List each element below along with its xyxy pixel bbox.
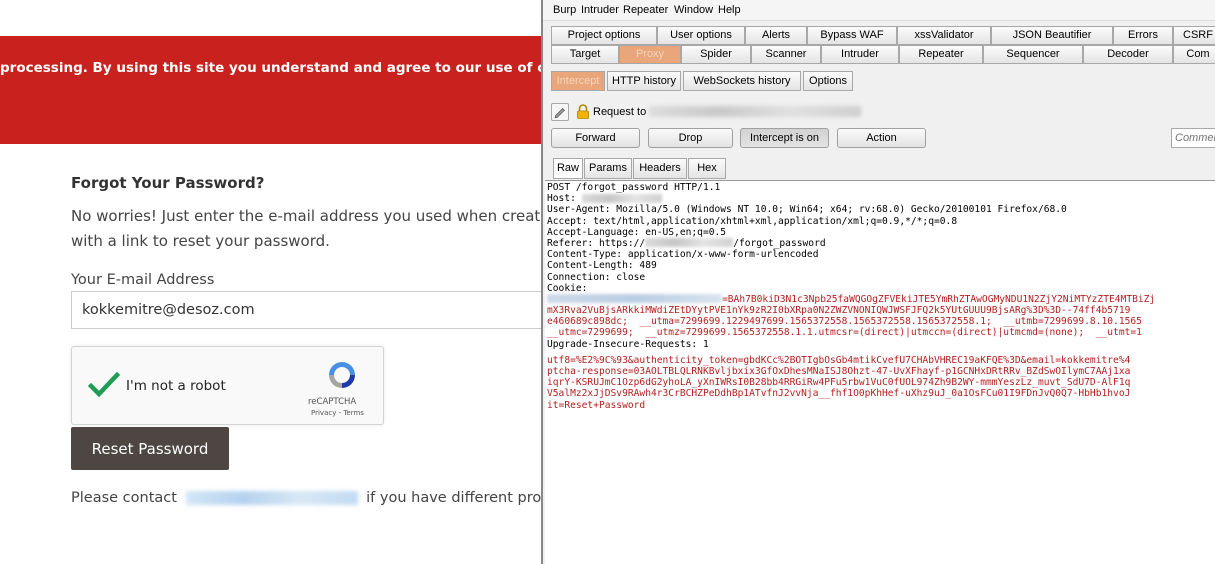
cookie-value-line: __utmc=7299699; __utmz=7299699.156537255… [547, 327, 1142, 339]
tab-options[interactable]: Options [803, 71, 853, 91]
contact-line: Please contact if you have different pro… [71, 490, 545, 506]
menu-window[interactable]: Window [674, 4, 713, 16]
contact-prefix: Please contact [71, 490, 177, 506]
tab-alerts[interactable]: Alerts [745, 26, 807, 45]
menu-help[interactable]: Help [718, 4, 741, 16]
cookie-value-line: e460689c898dc; __utma=7299699.1229497699… [547, 316, 1142, 328]
body-param-line: iqrY-KSRUJmC1Ozp6dG2yhoLA_yXnIWRsI0B28bb… [547, 377, 1131, 389]
redacted-referer-host [645, 238, 734, 248]
redacted-host [649, 106, 861, 117]
recaptcha-widget[interactable]: I'm not a robot reCAPTCHA Privacy - Term… [71, 346, 384, 425]
tab-params[interactable]: Params [584, 158, 632, 179]
tab-proxy[interactable]: Proxy [619, 45, 681, 64]
tab-json-beautifier[interactable]: JSON Beautifier [991, 26, 1113, 45]
tab-headers[interactable]: Headers [633, 158, 687, 179]
tab-errors[interactable]: Errors [1113, 26, 1173, 45]
cookie-banner: processing. By using this site you under… [0, 36, 545, 144]
tab-xssvalidator[interactable]: xssValidator [897, 26, 991, 45]
body-param-line: it=Reset+Password [547, 399, 646, 411]
recaptcha-brand: reCAPTCHA [308, 397, 357, 407]
page-title: Forgot Your Password? [71, 174, 265, 192]
tab-user-options[interactable]: User options [657, 26, 745, 45]
description-line-1: No worries! Just enter the e-mail addres… [71, 207, 545, 225]
contact-suffix: if you have different probler [366, 490, 545, 506]
menu-repeater[interactable]: Repeater [623, 4, 668, 16]
tab-intruder[interactable]: Intruder [821, 45, 899, 64]
redacted-host-value [581, 193, 662, 203]
accept-header: Accept: text/html,application/xhtml+xml,… [547, 215, 958, 227]
tab-websockets-history[interactable]: WebSockets history [683, 71, 801, 91]
page-description: No worries! Just enter the e-mail addres… [71, 204, 545, 254]
tab-intercept[interactable]: Intercept [551, 71, 605, 91]
tab-comparer[interactable]: Com [1173, 45, 1215, 64]
content-type-header: Content-Type: application/x-www-form-url… [547, 249, 819, 261]
website-page: processing. By using this site you under… [0, 0, 545, 564]
raw-request-editor[interactable]: POST /forgot_password HTTP/1.1 Host: Use… [545, 180, 1215, 564]
checkmark-icon[interactable] [88, 372, 120, 398]
redacted-email-link[interactable] [185, 491, 358, 505]
recaptcha-label: I'm not a robot [126, 378, 226, 394]
content-length-header: Content-Length: 489 [547, 260, 657, 272]
menu-bar: Burp Intruder Repeater Window Help [543, 0, 1215, 21]
email-label: Your E-mail Address [71, 272, 215, 288]
upgrade-insecure-header: Upgrade-Insecure-Requests: 1 [547, 338, 709, 350]
tab-target[interactable]: Target [551, 45, 619, 64]
menu-burp[interactable]: Burp [553, 4, 576, 16]
tab-project-options[interactable]: Project options [551, 26, 657, 45]
tab-raw[interactable]: Raw [553, 158, 583, 179]
body-param-line: utf8=%E2%9C%93&authenticity_token=gbdKCc… [547, 354, 1131, 366]
request-line: POST /forgot_password HTTP/1.1 [547, 182, 721, 193]
reset-password-button[interactable]: Reset Password [71, 427, 229, 470]
referer-header: Referer: https:///forgot_password [547, 237, 826, 249]
recaptcha-terms-link[interactable]: Privacy - Terms [311, 409, 364, 417]
drop-button[interactable]: Drop [648, 128, 733, 148]
forward-button[interactable]: Forward [551, 128, 640, 148]
tab-repeater[interactable]: Repeater [899, 45, 983, 64]
menu-intruder[interactable]: Intruder [581, 4, 619, 16]
body-param-line: V5alMz2xJjDSv9RAwh4r3CrBCHZPeDdhBp1ATvfn… [547, 388, 1131, 400]
cookie-banner-text: processing. By using this site you under… [0, 60, 545, 76]
edit-pencil-icon[interactable] [551, 103, 569, 121]
cookie-value-line: =BAh7B0kiD3N1c3Npb25faWQGOgZFVEkiJTE5YmR… [547, 294, 1215, 305]
recaptcha-logo-icon [329, 362, 355, 388]
cookie-value-line: mX3Rva2VuBjsARkkiMWdiZEtDYytPVE1nYk9zR2I… [547, 305, 1131, 317]
comment-field[interactable] [1171, 128, 1215, 148]
body-param-line: ptcha-response=03AOLTBLQLRNKBvljbxix3GfO… [547, 366, 1131, 377]
action-button[interactable]: Action [837, 128, 926, 148]
tab-csrf[interactable]: CSRF [1173, 26, 1215, 45]
tab-bypass-waf[interactable]: Bypass WAF [807, 26, 897, 45]
connection-header: Connection: close [547, 271, 646, 283]
description-line-2: with a link to reset your password. [71, 232, 330, 250]
tab-spider[interactable]: Spider [681, 45, 751, 64]
cookie-header: Cookie: [547, 282, 588, 294]
tab-hex[interactable]: Hex [688, 158, 726, 179]
burp-suite-window: Burp Intruder Repeater Window Help Proje… [541, 0, 1215, 564]
accept-language-header: Accept-Language: en-US,en;q=0.5 [547, 226, 727, 238]
redacted-cookie-name [547, 294, 722, 304]
tab-decoder[interactable]: Decoder [1083, 45, 1173, 64]
lock-icon [577, 104, 589, 119]
tab-http-history[interactable]: HTTP history [607, 71, 681, 91]
request-to-label: Request to [593, 106, 647, 118]
host-header: Host: [547, 193, 1215, 204]
tab-sequencer[interactable]: Sequencer [983, 45, 1083, 64]
intercept-toggle-button[interactable]: Intercept is on [740, 128, 829, 148]
tab-scanner[interactable]: Scanner [751, 45, 821, 64]
user-agent-header: User-Agent: Mozilla/5.0 (Windows NT 10.0… [547, 204, 1067, 216]
email-field[interactable] [71, 291, 545, 329]
